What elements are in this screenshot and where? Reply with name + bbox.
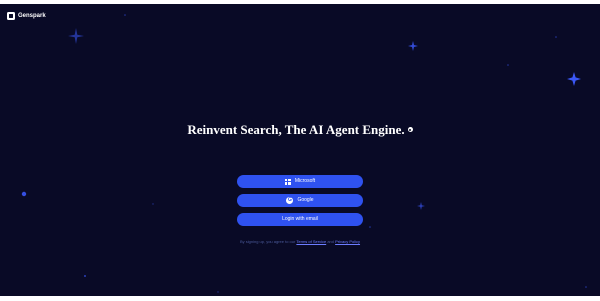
star-dot [507,64,509,66]
star-dot [555,36,557,38]
google-login-label: Google [297,197,314,203]
star-dot [152,203,154,205]
terms-joiner: and [327,239,334,244]
email-login-label: Login with email [282,216,318,222]
terms-prefix: By signing up, you agree to our [239,239,296,244]
email-login-button[interactable]: Login with email [237,213,363,226]
star-dot [369,226,371,228]
headline-text: Reinvent Search, The AI Agent Engine. [187,122,405,137]
brand-logo[interactable]: Genspark [7,12,46,20]
hero-headline: Reinvent Search, The AI Agent Engine. [0,122,600,138]
terms-notice: By signing up, you agree to our Terms of… [0,239,600,245]
google-icon: G [286,197,294,204]
sparkle-icon [68,28,84,44]
login-page: Genspark Reinvent Search, The AI Agent E… [0,4,600,296]
star-dot [124,14,126,16]
microsoft-login-button[interactable]: Microsoft [237,175,363,188]
google-login-button[interactable]: G Google [237,194,363,207]
star-dot [21,191,27,197]
star-dot [84,275,86,277]
sparkle-icon [567,72,581,86]
privacy-policy-link[interactable]: Privacy Policy [335,239,360,244]
spark-dot-icon [407,127,413,132]
star-dot [217,291,219,293]
microsoft-login-label: Microsoft [294,178,316,184]
star-dot [585,286,587,288]
terms-of-service-link[interactable]: Terms of Service [296,239,326,244]
sparkle-icon [417,202,425,210]
sparkle-icon [408,41,418,51]
microsoft-icon [284,178,291,185]
genspark-logo-icon [7,12,15,20]
brand-name: Genspark [18,13,46,19]
sparkle-background [21,14,587,293]
